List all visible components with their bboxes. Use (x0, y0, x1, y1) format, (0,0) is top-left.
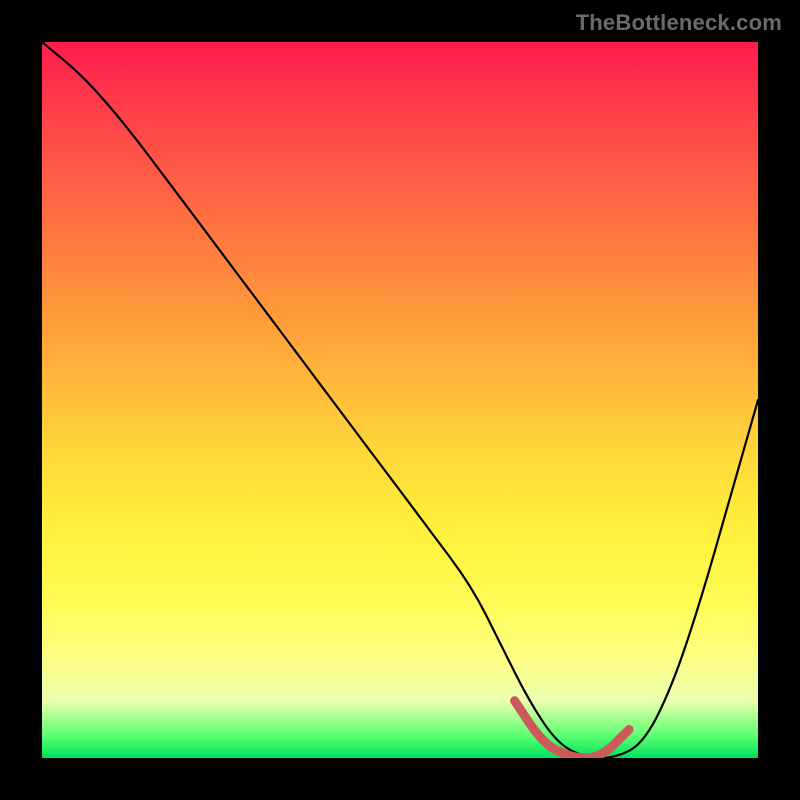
bottleneck-curve (42, 42, 758, 758)
plot-area (42, 42, 758, 758)
chart-container: TheBottleneck.com (0, 0, 800, 800)
attribution-label: TheBottleneck.com (576, 10, 782, 36)
chart-svg (42, 42, 758, 758)
curve-layer (42, 42, 758, 758)
valley-highlight (515, 701, 630, 758)
